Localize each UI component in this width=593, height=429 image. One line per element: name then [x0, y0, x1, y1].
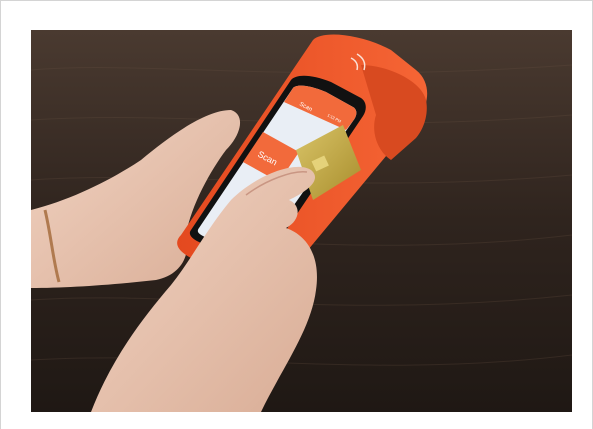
pos-terminal-photo: Scan 1:13 PM Scan	[31, 30, 572, 412]
image-frame: Scan 1:13 PM Scan	[0, 0, 593, 429]
